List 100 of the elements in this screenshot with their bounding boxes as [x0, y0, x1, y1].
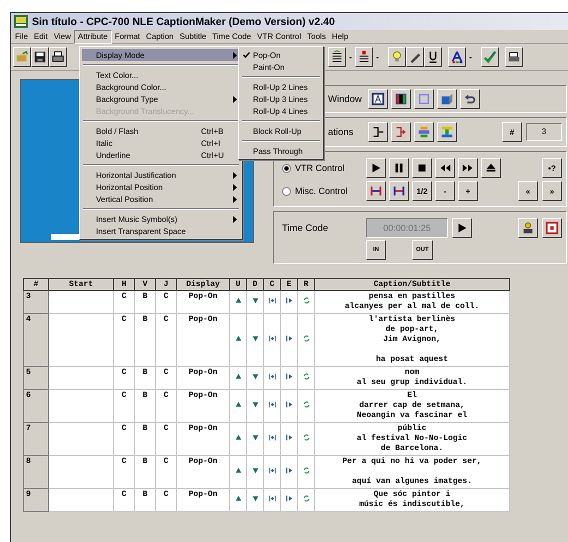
- radio-button[interactable]: VTR Control: [278, 163, 362, 173]
- toolbar-button[interactable]: [328, 47, 346, 67]
- menu-item[interactable]: Attribute: [74, 30, 112, 44]
- toolbar-button[interactable]: [355, 47, 373, 67]
- menu-item[interactable]: Subtitle: [176, 30, 210, 42]
- plus-button[interactable]: +: [458, 181, 478, 201]
- menu-entry[interactable]: Background Type: [82, 93, 240, 105]
- toolbar-button[interactable]: [389, 158, 409, 178]
- toolbar-button[interactable]: [448, 47, 466, 67]
- menu-entry[interactable]: Paint-On: [241, 61, 321, 73]
- menu-item[interactable]: Edit: [30, 30, 51, 42]
- toolbar-button[interactable]: [460, 89, 480, 110]
- menu-entry[interactable]: Background Color...: [82, 81, 240, 93]
- menu-entry[interactable]: Insert Music Symbol(s): [82, 213, 240, 225]
- menu-entry[interactable]: Block Roll-Up: [241, 125, 321, 137]
- help-button[interactable]: •?: [542, 158, 562, 178]
- radio-circle[interactable]: [282, 186, 291, 196]
- column-header[interactable]: C: [264, 278, 280, 290]
- column-header[interactable]: Display: [176, 278, 230, 290]
- toolbar-button[interactable]: [366, 158, 386, 178]
- menu-item[interactable]: File: [12, 30, 31, 42]
- table-cell: C: [114, 290, 134, 314]
- toolbar-button[interactable]: [481, 158, 501, 178]
- count-field[interactable]: 3: [526, 123, 562, 142]
- toolbar-button[interactable]: [49, 47, 67, 67]
- row-number[interactable]: 8: [24, 456, 48, 488]
- column-header[interactable]: H: [114, 278, 134, 290]
- menu-entry[interactable]: Horizontal Position: [82, 181, 240, 193]
- column-header[interactable]: Start: [48, 278, 114, 290]
- menu-item[interactable]: Format: [112, 30, 144, 42]
- column-header[interactable]: V: [134, 278, 156, 290]
- menu-entry[interactable]: Roll-Up 2 Lines: [241, 81, 321, 93]
- toolbar-button[interactable]: [368, 89, 388, 110]
- toolbar-button[interactable]: [424, 47, 442, 67]
- toolbar-button[interactable]: [505, 47, 523, 67]
- menu-entry[interactable]: Vertical Position: [82, 193, 240, 205]
- column-header[interactable]: J: [156, 278, 176, 290]
- row-number[interactable]: 7: [24, 422, 48, 456]
- menu-item[interactable]: Time Code: [209, 30, 254, 42]
- menu-entry[interactable]: Roll-Up 4 Lines: [241, 105, 321, 117]
- column-header[interactable]: E: [280, 278, 298, 290]
- column-header[interactable]: R: [298, 278, 314, 290]
- menu-entry[interactable]: Insert Transparent Space: [82, 225, 240, 237]
- toolbar-button[interactable]: [388, 47, 406, 67]
- toolbar-button[interactable]: [435, 158, 455, 178]
- row-number[interactable]: 3: [24, 290, 48, 314]
- menu-item[interactable]: VTR Control: [254, 30, 304, 42]
- toolbar-button[interactable]: [366, 181, 386, 201]
- column-header[interactable]: D: [246, 278, 264, 290]
- toolbar-button[interactable]: [458, 158, 478, 178]
- toolbar-button[interactable]: [542, 218, 562, 238]
- menu-item[interactable]: Caption: [143, 30, 177, 42]
- checkmark-icon: [483, 50, 497, 64]
- menu-entry[interactable]: Pass Through: [241, 145, 321, 157]
- number-button[interactable]: #: [502, 122, 522, 142]
- toolbar-button[interactable]: [412, 158, 432, 178]
- toolbar-button[interactable]: [13, 47, 31, 67]
- minus-button[interactable]: -: [435, 181, 455, 201]
- up-triangle-icon: [234, 400, 242, 409]
- toolbar-button[interactable]: [389, 181, 409, 201]
- toolbar-button[interactable]: [391, 89, 411, 110]
- row-number[interactable]: 6: [24, 390, 48, 422]
- row-number[interactable]: 5: [24, 366, 48, 390]
- toolbar-button[interactable]: [481, 47, 499, 67]
- menu-entry[interactable]: Horizontal Justification: [82, 169, 240, 181]
- menu-entry[interactable]: Underline Ctrl+U: [82, 149, 240, 161]
- menu-entry[interactable]: Display Mode: [82, 49, 240, 61]
- row-number[interactable]: 9: [24, 488, 48, 512]
- menu-entry[interactable]: Text Color...: [82, 69, 240, 81]
- menu-item[interactable]: Help: [328, 30, 352, 42]
- toolbar-button[interactable]: [437, 122, 457, 142]
- speed-button[interactable]: 1/2: [412, 181, 432, 201]
- radio-label[interactable]: VTR Control: [295, 163, 345, 173]
- menu-item[interactable]: Tools: [304, 30, 329, 42]
- stack-icon: [417, 125, 431, 140]
- down-triangle-icon: [250, 334, 260, 343]
- toolbar-button[interactable]: [437, 89, 457, 110]
- toolbar-button[interactable]: [368, 122, 388, 142]
- menu-entry[interactable]: Bold / Flash Ctrl+B: [82, 125, 240, 137]
- menu-entry[interactable]: Pop-On: [241, 49, 321, 61]
- toolbar-button[interactable]: [414, 122, 434, 142]
- column-header[interactable]: #: [24, 278, 48, 290]
- menu-item[interactable]: View: [50, 30, 74, 42]
- column-header[interactable]: Caption/Subtitle: [314, 278, 510, 290]
- toolbar-button[interactable]: [414, 89, 434, 110]
- column-header[interactable]: U: [230, 278, 246, 290]
- refresh-icon: [302, 372, 310, 381]
- menu-entry[interactable]: Italic Ctrl+I: [82, 137, 240, 149]
- radio-button[interactable]: Misc. Control: [278, 186, 362, 196]
- forward-button[interactable]: »: [542, 181, 562, 201]
- toolbar-button[interactable]: [406, 47, 424, 67]
- toolbar-button[interactable]: [518, 218, 538, 238]
- radio-circle[interactable]: [282, 164, 291, 172]
- toolbar-button[interactable]: [31, 47, 49, 67]
- back-button[interactable]: «: [518, 181, 538, 201]
- menu-entry[interactable]: Roll-Up 3 Lines: [241, 93, 321, 105]
- toolbar-button[interactable]: [391, 122, 411, 142]
- radio-label[interactable]: Misc. Control: [295, 186, 348, 196]
- toolbar-button[interactable]: [452, 218, 472, 238]
- row-number[interactable]: 4: [24, 314, 48, 366]
